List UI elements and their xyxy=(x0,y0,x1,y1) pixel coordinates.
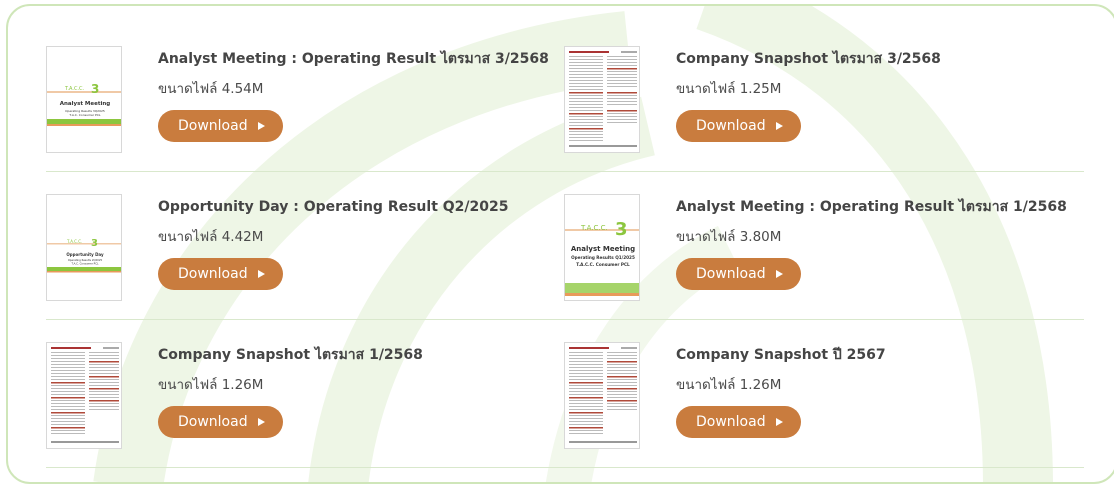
download-label: Download xyxy=(178,414,248,430)
document-info: Company Snapshot ไตรมาส 3/2568 ขนาดไฟล์ … xyxy=(676,50,1076,142)
download-button[interactable]: Download xyxy=(676,258,801,290)
svg-text:3: 3 xyxy=(91,238,98,249)
row-divider xyxy=(564,467,1084,468)
download-button[interactable]: Download xyxy=(158,406,283,438)
download-button[interactable]: Download xyxy=(158,258,283,290)
download-label: Download xyxy=(696,266,766,282)
play-arrow-icon xyxy=(775,270,783,278)
download-label: Download xyxy=(696,414,766,430)
download-button[interactable]: Download xyxy=(676,406,801,438)
play-arrow-icon xyxy=(257,270,265,278)
play-arrow-icon xyxy=(775,122,783,130)
document-thumbnail[interactable]: T.A.C.C. 3 Analyst Meeting Operating Res… xyxy=(46,46,122,153)
play-arrow-icon xyxy=(775,418,783,426)
snapshot-cover-icon xyxy=(47,343,121,448)
download-button[interactable]: Download xyxy=(676,110,801,142)
document-file-size: ขนาดไฟล์ 4.54M xyxy=(158,81,264,97)
svg-text:T.A.C. Consumer PCL: T.A.C. Consumer PCL xyxy=(68,113,101,117)
svg-text:Opportunity Day: Opportunity Day xyxy=(66,252,104,257)
svg-text:Analyst Meeting: Analyst Meeting xyxy=(60,101,111,107)
download-label: Download xyxy=(178,118,248,134)
download-label: Download xyxy=(178,266,248,282)
svg-text:3: 3 xyxy=(91,82,99,96)
document-thumbnail[interactable] xyxy=(564,342,640,449)
cover-brand: T.A.C.C. xyxy=(64,86,85,92)
document-title[interactable]: Company Snapshot ไตรมาส 1/2568 xyxy=(158,346,558,364)
document-thumbnail[interactable] xyxy=(46,342,122,449)
svg-text:3: 3 xyxy=(615,219,628,240)
document-file-size: ขนาดไฟล์ 1.25M xyxy=(676,81,782,97)
svg-text:Operating Results 2Q2025: Operating Results 2Q2025 xyxy=(68,258,103,262)
svg-text:T.A.C.C. Consumer PCL: T.A.C.C. Consumer PCL xyxy=(576,262,630,267)
document-title[interactable]: Analyst Meeting : Operating Result ไตรมา… xyxy=(158,50,558,68)
document-info: Analyst Meeting : Operating Result ไตรมา… xyxy=(676,198,1076,290)
document-file-size: ขนาดไฟล์ 3.80M xyxy=(676,229,782,245)
document-file-size: ขนาดไฟล์ 1.26M xyxy=(676,377,782,393)
document-title[interactable]: Opportunity Day : Operating Result Q2/20… xyxy=(158,198,558,216)
document-card: Company Snapshot ไตรมาส 3/2568 ขนาดไฟล์ … xyxy=(562,24,1080,172)
document-card: Company Snapshot ไตรมาส 1/2568 ขนาดไฟล์ … xyxy=(44,320,562,468)
document-info: Opportunity Day : Operating Result Q2/20… xyxy=(158,198,558,290)
document-title[interactable]: Company Snapshot ไตรมาส 3/2568 xyxy=(676,50,1076,68)
document-card: T.A.C.C. 3 Analyst Meeting Operating Res… xyxy=(44,24,562,172)
document-file-size: ขนาดไฟล์ 4.42M xyxy=(158,229,264,245)
document-info: Company Snapshot ไตรมาส 1/2568 ขนาดไฟล์ … xyxy=(158,346,558,438)
analyst-meeting-cover-icon: T.A.C.C. 3 Analyst Meeting Operating Res… xyxy=(565,195,639,300)
documents-panel: T.A.C.C. 3 Analyst Meeting Operating Res… xyxy=(6,4,1114,484)
svg-text:Operating Results Q1/2025: Operating Results Q1/2025 xyxy=(571,255,635,260)
document-title[interactable]: Analyst Meeting : Operating Result ไตรมา… xyxy=(676,198,1076,216)
document-card: T.A.C.C. 3 Analyst Meeting Operating Res… xyxy=(562,172,1080,320)
document-file-size: ขนาดไฟล์ 1.26M xyxy=(158,377,264,393)
svg-text:T.A.C. Consumer PCL: T.A.C. Consumer PCL xyxy=(72,262,100,266)
document-title[interactable]: Company Snapshot ปี 2567 xyxy=(676,346,1076,364)
play-arrow-icon xyxy=(257,418,265,426)
snapshot-cover-icon xyxy=(565,47,639,152)
svg-text:T.A.C.C.: T.A.C.C. xyxy=(580,224,608,232)
document-thumbnail[interactable]: T.A.C.C. 3 Opportunity Day Operating Res… xyxy=(46,194,122,301)
play-arrow-icon xyxy=(257,122,265,130)
snapshot-cover-icon xyxy=(565,343,639,448)
document-info: Company Snapshot ปี 2567 ขนาดไฟล์ 1.26M … xyxy=(676,346,1076,438)
document-card: Company Snapshot ปี 2567 ขนาดไฟล์ 1.26M … xyxy=(562,320,1080,468)
svg-text:T.A.C.C.: T.A.C.C. xyxy=(66,239,82,244)
download-label: Download xyxy=(696,118,766,134)
row-divider xyxy=(46,467,566,468)
document-card: T.A.C.C. 3 Opportunity Day Operating Res… xyxy=(44,172,562,320)
svg-text:Analyst Meeting: Analyst Meeting xyxy=(571,245,635,253)
analyst-meeting-cover-icon: T.A.C.C. 3 Analyst Meeting Operating Res… xyxy=(47,47,121,152)
document-info: Analyst Meeting : Operating Result ไตรมา… xyxy=(158,50,558,142)
download-button[interactable]: Download xyxy=(158,110,283,142)
document-thumbnail[interactable]: T.A.C.C. 3 Analyst Meeting Operating Res… xyxy=(564,194,640,301)
document-thumbnail[interactable] xyxy=(564,46,640,153)
opportunity-day-cover-icon: T.A.C.C. 3 Opportunity Day Operating Res… xyxy=(47,195,121,300)
